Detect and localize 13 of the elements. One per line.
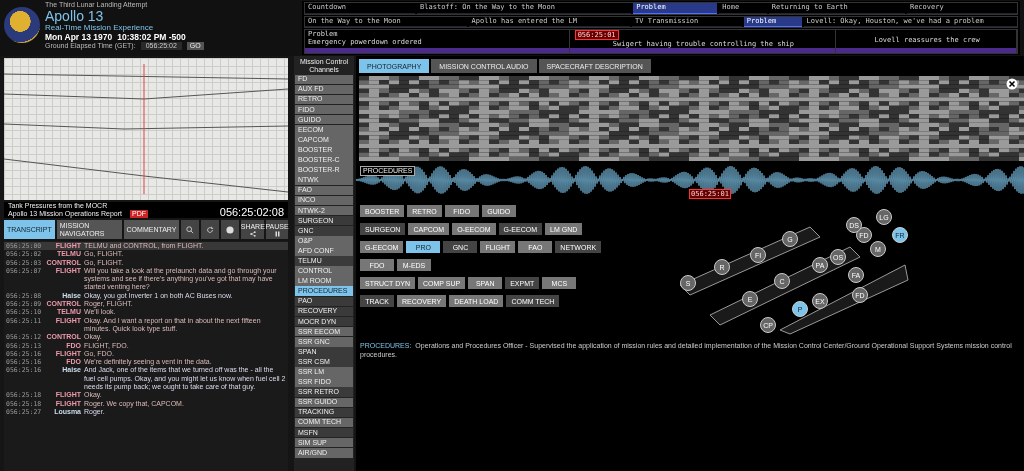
share-icon (249, 230, 256, 237)
mission-patch-logo (4, 7, 40, 43)
clock-time: 10:38:02 PM -500 (117, 32, 186, 42)
refresh-icon (206, 225, 215, 234)
pause-icon (274, 230, 280, 237)
date: Mon Apr 13 1970 (45, 32, 113, 42)
tagline: Real-Time Mission Experience (45, 23, 155, 32)
refresh-button[interactable] (201, 220, 220, 239)
search-button[interactable] (181, 220, 200, 239)
help-button[interactable] (221, 220, 240, 239)
search-icon (186, 225, 195, 234)
document-time: 056:25:02:08 (219, 206, 284, 218)
app-title: Apollo 13 (45, 9, 104, 23)
